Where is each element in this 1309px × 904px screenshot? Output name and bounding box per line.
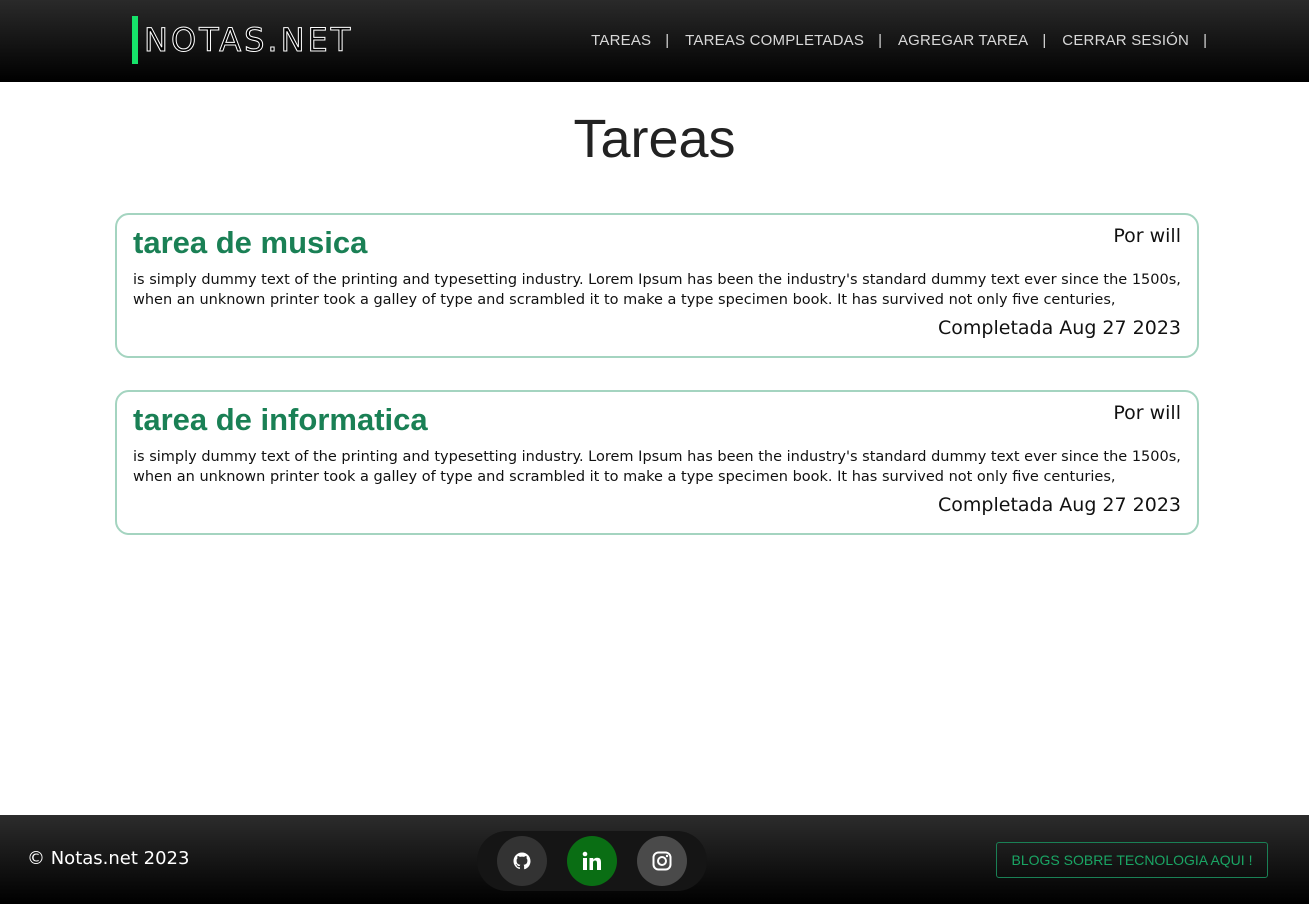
github-link[interactable] bbox=[497, 836, 547, 886]
nav-link-agregar-tarea[interactable]: AGREGAR TAREA bbox=[898, 32, 1028, 49]
linkedin-icon bbox=[582, 851, 601, 870]
task-card[interactable]: tarea de informatica Por will is simply … bbox=[115, 390, 1199, 535]
nav-link-tareas-completadas[interactable]: TAREAS COMPLETADAS bbox=[685, 32, 864, 49]
task-completed-date: Completada Aug 27 2023 bbox=[938, 494, 1181, 516]
main-nav: TAREAS | TAREAS COMPLETADAS | AGREGAR TA… bbox=[591, 28, 1207, 52]
nav-separator: | bbox=[1042, 31, 1047, 49]
nav-separator: | bbox=[1203, 31, 1207, 49]
linkedin-link[interactable] bbox=[567, 836, 617, 886]
nav-separator: | bbox=[878, 31, 882, 49]
brand-logo[interactable]: NOTAS.NET bbox=[143, 18, 353, 62]
github-icon bbox=[513, 852, 531, 870]
task-author: Por will bbox=[1113, 225, 1181, 247]
task-title: tarea de musica bbox=[133, 225, 368, 260]
brand-accent-bar bbox=[132, 16, 138, 64]
task-description: is simply dummy text of the printing and… bbox=[133, 272, 1181, 308]
instagram-icon bbox=[652, 851, 672, 871]
page-title: Tareas bbox=[573, 109, 736, 169]
nav-link-tareas[interactable]: TAREAS bbox=[591, 32, 651, 49]
nav-separator: | bbox=[665, 31, 670, 49]
footer: © Notas.net 2023 BLOGS SOBRE TECNOLOGIA … bbox=[0, 815, 1309, 904]
copyright-text: © Notas.net 2023 bbox=[27, 848, 190, 869]
task-completed-date: Completada Aug 27 2023 bbox=[938, 317, 1181, 339]
task-card[interactable]: tarea de musica Por will is simply dummy… bbox=[115, 213, 1199, 358]
nav-link-cerrar-sesion[interactable]: CERRAR SESIÓN bbox=[1062, 32, 1189, 49]
instagram-link[interactable] bbox=[637, 836, 687, 886]
top-navbar: NOTAS.NET TAREAS | TAREAS COMPLETADAS | … bbox=[0, 0, 1309, 82]
task-author: Por will bbox=[1113, 402, 1181, 424]
task-description: is simply dummy text of the printing and… bbox=[133, 449, 1181, 485]
blogs-tecnologia-button[interactable]: BLOGS SOBRE TECNOLOGIA AQUI ! bbox=[996, 842, 1268, 878]
task-title: tarea de informatica bbox=[133, 402, 428, 437]
